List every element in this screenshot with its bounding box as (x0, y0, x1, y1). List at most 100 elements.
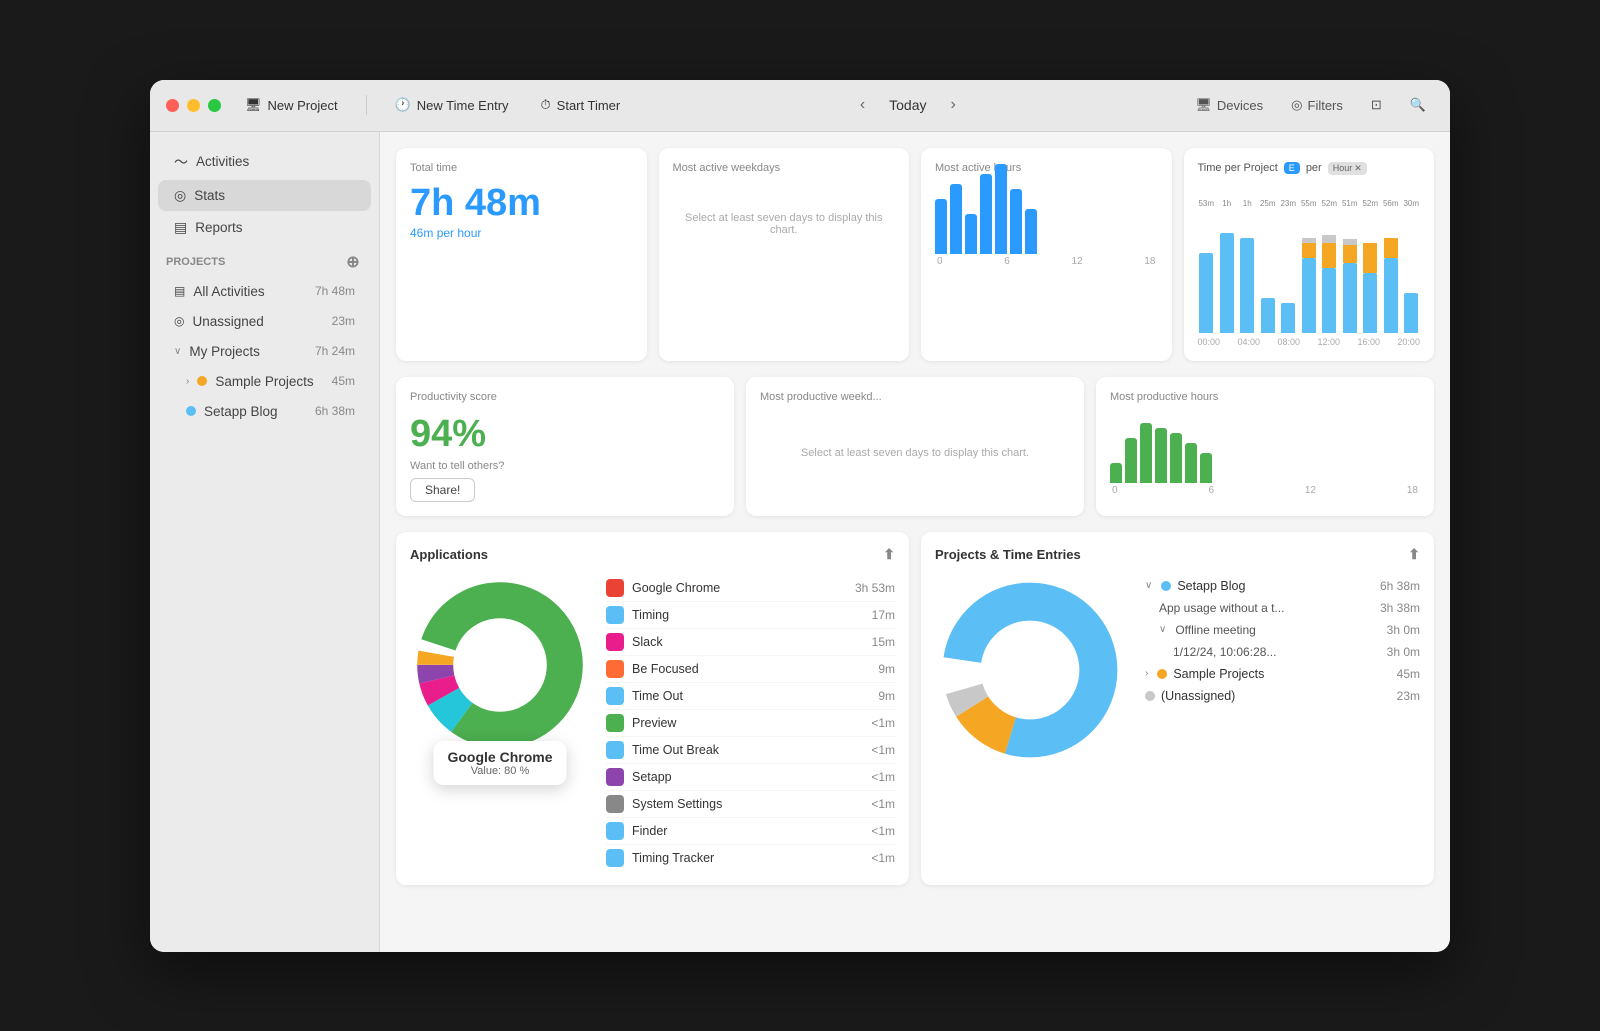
reports-icon: ▤ (174, 219, 187, 236)
project-time: 45m (1397, 667, 1420, 681)
project-donut-svg (935, 575, 1125, 765)
time-per-project-label: Time per Project (1198, 162, 1278, 174)
setapp-color-dot (186, 406, 196, 416)
per-hour: 46m per hour (410, 226, 633, 240)
active-hour-bar (1025, 209, 1037, 254)
project-name: Setapp Blog (1177, 579, 1374, 593)
export-projects-button[interactable]: ⬆ (1408, 546, 1420, 563)
productive-hour-bar (1185, 443, 1197, 483)
app-list-item[interactable]: Time Out9m (606, 683, 895, 710)
add-project-button[interactable]: ⊕ (343, 252, 363, 272)
sidebar-stats-label: Stats (194, 188, 225, 203)
app-list-item[interactable]: Timing Tracker <1m (606, 845, 895, 871)
project-list-item[interactable]: 1/12/24, 10:06:28...3h 0m (1141, 641, 1420, 663)
sidebar-item-activities[interactable]: 〜 Activities (158, 145, 371, 179)
productive-hour-bar (1110, 463, 1122, 483)
app-list-item[interactable]: Slack15m (606, 629, 895, 656)
timer-icon: ⏱ (541, 97, 551, 113)
my-projects-chevron: ∨ (174, 346, 181, 357)
app-icon (606, 660, 624, 678)
activities-icon: 〜 (174, 152, 188, 172)
app-name: Timing Tracker (632, 851, 863, 865)
app-icon (606, 741, 624, 759)
project-color-dot (1145, 691, 1155, 701)
new-time-entry-button[interactable]: 🕐 New Time Entry (387, 93, 517, 117)
project-donut-container (935, 575, 1125, 765)
active-hour-bar (1010, 189, 1022, 254)
layout-button[interactable]: ⊡ (1363, 93, 1390, 117)
project-name: 1/12/24, 10:06:28... (1173, 645, 1381, 659)
time-chart-axis: 00:00 04:00 08:00 12:00 16:00 20:00 (1198, 337, 1421, 347)
prev-button[interactable]: ‹ (852, 92, 873, 118)
sidebar-item-reports[interactable]: ▤ Reports (158, 212, 371, 243)
project-list-item[interactable]: ›Sample Projects45m (1141, 663, 1420, 685)
project-name: App usage without a t... (1159, 601, 1374, 615)
filters-button[interactable]: ◎ Filters (1283, 93, 1351, 117)
sidebar-item-sample-projects[interactable]: › Sample Projects 45m (158, 367, 371, 396)
search-button[interactable]: 🔍 (1402, 93, 1434, 117)
app-list-item[interactable]: Preview<1m (606, 710, 895, 737)
app-name: Finder (632, 824, 863, 838)
projects-time-card: Projects & Time Entries ⬆ (921, 532, 1434, 885)
devices-button[interactable]: 🖥 Devices (1187, 93, 1271, 117)
project-list-item[interactable]: (Unassigned)23m (1141, 685, 1420, 707)
app-time: 17m (872, 608, 895, 622)
app-name: Time Out (632, 689, 870, 703)
next-button[interactable]: › (943, 92, 964, 118)
unassigned-label: Unassigned (192, 314, 263, 329)
active-hours-label: Most active hours (935, 162, 1158, 174)
productive-weekdays-placeholder: Select at least seven days to display th… (760, 413, 1070, 493)
filter-icon: ◎ (1291, 97, 1302, 113)
share-button[interactable]: Share! (410, 478, 475, 502)
productive-hour-bar (1155, 428, 1167, 483)
project-name: (Unassigned) (1161, 689, 1391, 703)
project-chevron: ∨ (1145, 580, 1152, 591)
sidebar-item-setapp-blog[interactable]: Setapp Blog 6h 38m (158, 397, 371, 426)
app-list-item[interactable]: Google Chrome3h 53m (606, 575, 895, 602)
app-time: <1m (871, 851, 895, 865)
fullscreen-button[interactable] (208, 99, 221, 112)
time-bar-group: 55m (1300, 213, 1318, 333)
sample-projects-label: Sample Projects (215, 374, 313, 389)
close-button[interactable] (166, 99, 179, 112)
app-list-item[interactable]: Finder<1m (606, 818, 895, 845)
app-name: System Settings (632, 797, 863, 811)
projects-time-content: ∨ Setapp Blog 6h 38m App usage without a t.… (935, 575, 1420, 765)
app-list-item[interactable]: Time Out Break<1m (606, 737, 895, 764)
project-list-item[interactable]: App usage without a t...3h 38m (1141, 597, 1420, 619)
weekdays-card: Most active weekdays Select at least sev… (659, 148, 910, 361)
app-list-item[interactable]: Be Focused9m (606, 656, 895, 683)
weekdays-label: Most active weekdays (673, 162, 896, 174)
sidebar-item-my-projects[interactable]: ∨ My Projects 7h 24m (158, 337, 371, 366)
app-list-item[interactable]: System Settings<1m (606, 791, 895, 818)
clock-icon: 🕐 (395, 97, 411, 113)
sidebar-item-all-activities[interactable]: ▤ All Activities 7h 48m (158, 277, 371, 306)
start-timer-button[interactable]: ⏱ Start Timer (533, 93, 629, 117)
donut-tooltip: Google Chrome Value: 80 % (433, 741, 566, 785)
hour-badge[interactable]: Hour ✕ (1328, 162, 1367, 175)
app-list-item[interactable]: Timing17m (606, 602, 895, 629)
stats-icon: ◎ (174, 187, 186, 204)
setapp-time: 6h 38m (315, 404, 355, 418)
sidebar-item-stats[interactable]: ◎ Stats (158, 180, 371, 211)
setapp-blog-label: Setapp Blog (204, 404, 278, 419)
productive-hours-card: Most productive hours 0 6 12 18 (1096, 377, 1434, 516)
all-activities-label: All Activities (193, 284, 264, 299)
project-list-item[interactable]: ∨ Setapp Blog 6h 38m (1141, 575, 1420, 597)
app-list-item[interactable]: Setapp<1m (606, 764, 895, 791)
time-bar-group: 1h (1218, 213, 1236, 333)
export-applications-button[interactable]: ⬆ (883, 546, 895, 563)
project-time: 6h 38m (1380, 579, 1420, 593)
project-list-item[interactable]: ∨Offline meeting3h 0m (1141, 619, 1420, 641)
all-activities-icon: ▤ (174, 284, 185, 298)
new-project-button[interactable]: 🖥 New Project (237, 93, 346, 117)
unassigned-icon: ◎ (174, 314, 184, 328)
minimize-button[interactable] (187, 99, 200, 112)
per-hour-value: 46m (410, 226, 433, 240)
time-per-project-card: Time per Project E per Hour ✕ 53m1h1h25m… (1184, 148, 1435, 361)
app-icon (606, 606, 624, 624)
sidebar: 〜 Activities ◎ Stats ▤ Reports Projects … (150, 132, 380, 952)
sidebar-item-unassigned[interactable]: ◎ Unassigned 23m (158, 307, 371, 336)
app-icon (606, 633, 624, 651)
date-navigation: ‹ Today › (852, 92, 964, 118)
